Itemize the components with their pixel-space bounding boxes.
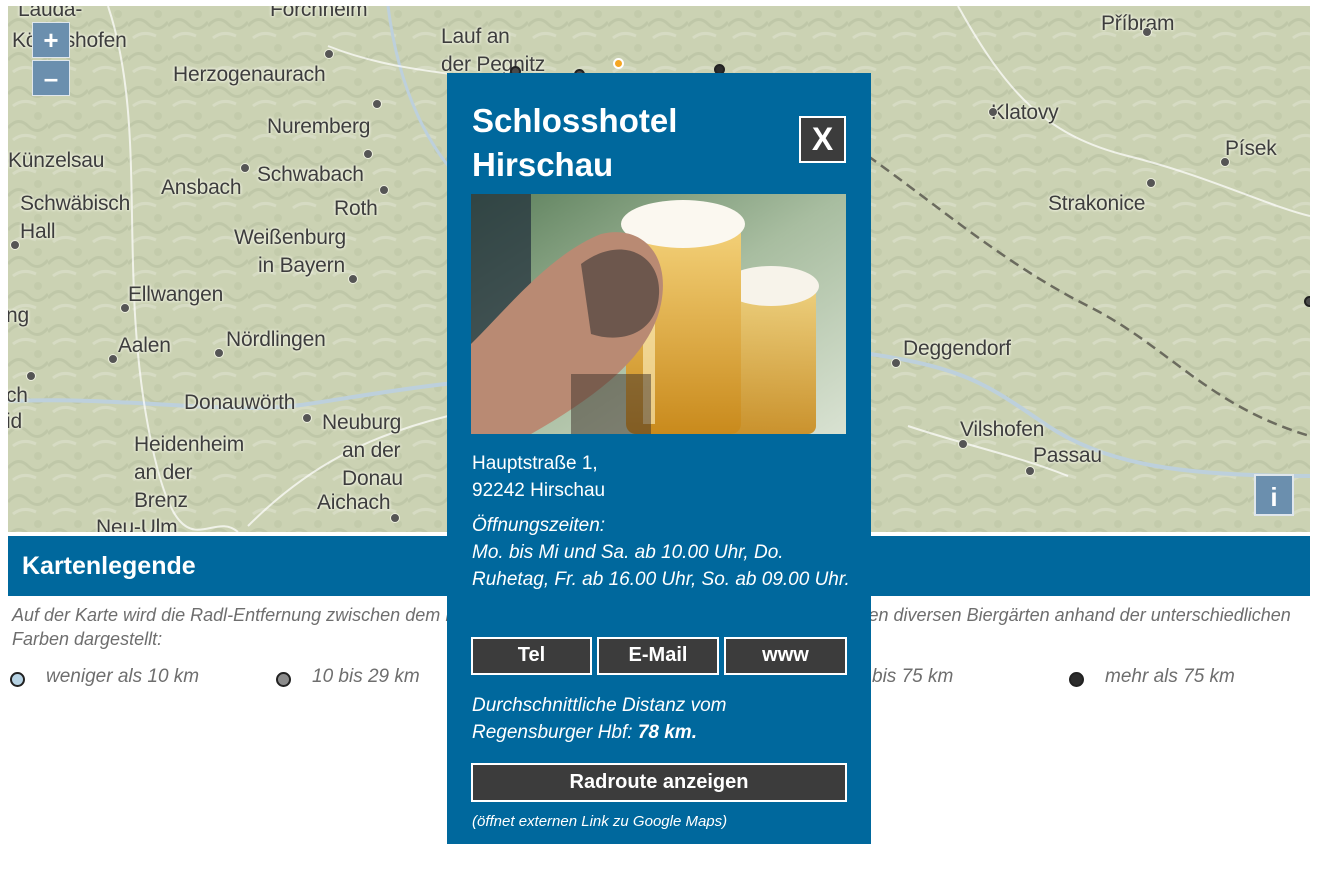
legend-title: Kartenlegende [22,552,196,580]
town-marker [372,99,382,109]
hours-text: Mo. bis Mi und Sa. ab 10.00 Uhr, Do. Ruh… [472,542,850,590]
place-label: Aichach [317,491,391,514]
zoom-out-button[interactable]: – [32,60,70,96]
town-marker [379,185,389,195]
town-marker [1146,178,1156,188]
town-marker [348,274,358,284]
town-marker [214,348,224,358]
legend-dot-under-10km [10,672,25,687]
map-info-button[interactable]: i [1254,474,1294,516]
town-marker [26,371,36,381]
place-label: Lauf an [441,25,510,48]
place-label: Ansbach [161,176,242,199]
town-marker [324,49,334,59]
route-note: (öffnet externen Link zu Google Maps) [472,813,728,830]
show-route-button[interactable]: Radroute anzeigen [471,763,847,802]
place-label: Roth [334,197,378,220]
place-label: Nördlingen [226,328,326,351]
beer-garden-marker[interactable] [1304,296,1310,307]
email-button[interactable]: E-Mail [597,637,719,675]
place-label: Vilshofen [960,418,1045,441]
place-label: in Bayern [258,254,345,277]
place-label: ch [8,384,28,407]
place-label: Herzogenaurach [173,63,326,86]
place-label: Brenz [134,489,188,512]
place-label: Ellwangen [128,283,224,306]
legend-dot-10-29km [276,672,291,687]
place-label: Příbram [1101,12,1175,35]
distance-value: 78 km. [637,722,697,743]
legend-label-under-10km: weniger als 10 km [46,666,200,687]
town-marker [891,358,901,368]
legend-label-10-29km: 10 bis 29 km [312,666,420,687]
place-label: Deggendorf [903,337,1011,360]
close-button[interactable]: X [799,116,846,163]
town-marker [390,513,400,523]
place-label: an der [342,439,401,462]
beer-garden-photo [471,194,846,434]
town-marker [958,439,968,449]
popup-title: Schlosshotel Hirschau [472,102,678,183]
legend-dot-over-75km [1069,672,1084,687]
www-button[interactable]: www [724,637,847,675]
popup-address: Hauptstraße 1, 92242 Hirschau [472,450,605,504]
town-marker [1142,27,1152,37]
town-marker [10,240,20,250]
place-label: Heidenheim [134,433,245,456]
place-label: Písek [1225,137,1277,160]
place-label: Künzelsau [8,149,105,172]
town-marker [302,413,312,423]
legend-label-up-to-75km: bis 75 km [872,666,954,687]
place-label: Neu-Ulm [96,516,178,532]
town-marker [1025,466,1035,476]
zoom-in-button[interactable]: + [32,22,70,58]
opening-hours: Öffnungszeiten: Mo. bis Mi und Sa. ab 10… [472,512,852,593]
hours-heading: Öffnungszeiten: [472,515,606,536]
place-label: Passau [1033,444,1102,467]
place-label: Donauwörth [184,391,296,414]
town-marker [240,163,250,173]
place-label: Hall [20,220,56,243]
average-distance: Durchschnittliche Distanz vom Regensburg… [472,692,852,746]
address-city: 92242 Hirschau [472,480,606,501]
place-label: an der [134,461,193,484]
place-label: Schwabach [257,163,364,186]
place-label: id [8,410,22,433]
place-label: Weißenburg [234,226,347,249]
tel-button[interactable]: Tel [471,637,592,675]
place-label: Nuremberg [267,115,371,138]
place-label: Schwäbisch [20,192,131,215]
place-label: Neuburg [322,411,402,434]
town-marker [1220,157,1230,167]
place-label: Aalen [118,334,171,357]
beer-garden-popup: Schlosshotel Hirschau X Hauptstraße 1, 9… [447,73,871,844]
place-label: Strakonice [1048,192,1146,215]
place-label: Donau [342,467,403,490]
town-marker [988,107,998,117]
address-street: Hauptstraße 1, [472,453,598,474]
place-label: Lauda- [18,6,83,21]
legend-label-over-75km: mehr als 75 km [1105,666,1235,687]
place-label: Klatovy [991,101,1059,124]
town-marker [363,149,373,159]
place-label: ng [8,304,29,327]
place-label: Forchheim [270,6,368,21]
beer-garden-marker-selected[interactable] [613,58,624,69]
town-marker [108,354,118,364]
town-marker [120,303,130,313]
